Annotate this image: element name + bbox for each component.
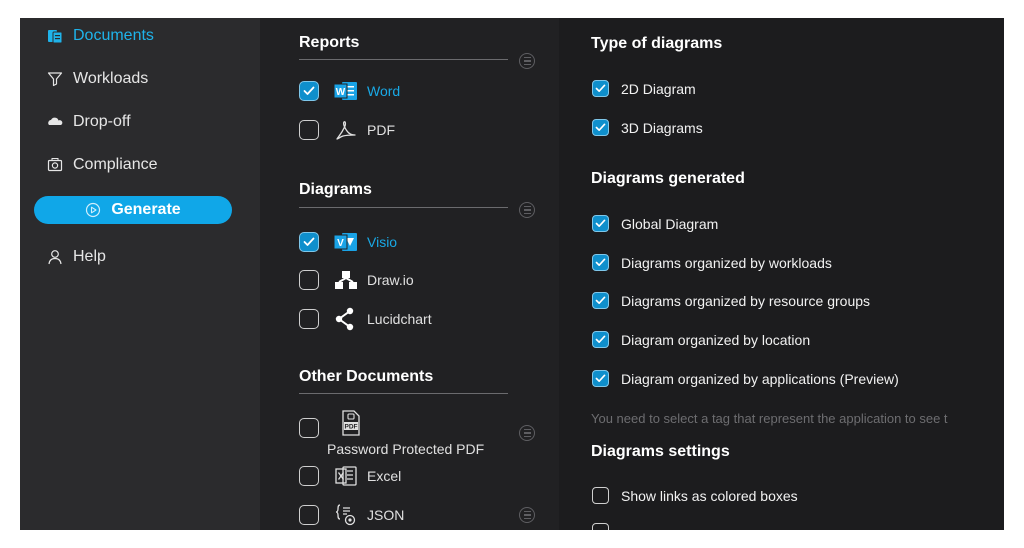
option-label: Diagrams organized by workloads: [621, 254, 832, 271]
word-checkbox[interactable]: [299, 81, 319, 101]
checkbox[interactable]: [592, 370, 609, 387]
drawio-checkbox[interactable]: [299, 270, 319, 290]
option-links-colored-boxes[interactable]: Show links as colored boxes: [592, 487, 798, 504]
option-label: Show links as colored boxes: [621, 487, 798, 504]
lucidchart-icon: [333, 306, 359, 332]
checkbox[interactable]: [592, 292, 609, 309]
excel-label: Excel: [367, 468, 402, 484]
pdf-checkbox[interactable]: [299, 120, 319, 140]
sidebar-item-help[interactable]: Help: [46, 243, 106, 271]
json-checkbox[interactable]: [299, 505, 319, 525]
sidebar-item-workloads[interactable]: Workloads: [46, 65, 148, 93]
documents-panel: Reports W Word PDF Diagrams V Visio Draw…: [260, 18, 559, 530]
sidebar-item-documents[interactable]: Documents: [46, 22, 154, 50]
protected-pdf-checkbox[interactable]: [299, 418, 319, 438]
diagram-options-panel: Type of diagrams 2D Diagram 3D Diagrams …: [559, 18, 1004, 530]
excel-icon: [333, 463, 359, 489]
user-icon: [46, 248, 64, 266]
other-documents-title: Other Documents: [299, 368, 434, 385]
option-by-resource-groups[interactable]: Diagrams organized by resource groups: [592, 292, 870, 309]
divider: [299, 207, 508, 208]
visio-checkbox[interactable]: [299, 232, 319, 252]
option-label: 3D Diagrams: [621, 119, 703, 136]
word-label: Word: [367, 83, 401, 99]
reports-title: Reports: [299, 34, 360, 51]
diagrams-menu-icon[interactable]: [519, 202, 535, 218]
pdf-label: PDF: [367, 122, 395, 138]
option-label: Diagrams organized by resource groups: [621, 292, 871, 309]
applications-hint: You need to select a tag that represent …: [591, 411, 948, 426]
option-by-location[interactable]: Diagram organized by location: [592, 331, 810, 348]
documents-icon: [46, 27, 64, 45]
divider: [299, 393, 508, 394]
option-label: Diagram organized by applications (Previ…: [621, 370, 899, 387]
sidebar: Documents Workloads Drop-off Compliance …: [20, 18, 260, 530]
drawio-label: Draw.io: [367, 272, 414, 288]
word-icon: W: [333, 78, 359, 104]
diagram-drawio-row[interactable]: Draw.io: [299, 267, 414, 293]
visio-icon: V: [333, 229, 359, 255]
cloud-icon: [46, 113, 64, 131]
checkbox[interactable]: [592, 80, 609, 97]
checkbox[interactable]: [592, 254, 609, 271]
sidebar-item-label: Compliance: [73, 156, 158, 173]
sidebar-item-label: Drop-off: [73, 113, 131, 130]
protected-pdf-label: Password Protected PDF: [327, 441, 485, 457]
diagrams-settings-title: Diagrams settings: [591, 443, 730, 460]
checkbox[interactable]: [592, 215, 609, 232]
checkbox[interactable]: [592, 119, 609, 136]
json-menu-icon[interactable]: [519, 507, 535, 523]
generate-label: Generate: [111, 201, 181, 218]
funnel-icon: [46, 70, 64, 88]
drawio-icon: [333, 267, 359, 293]
option-3d-diagrams[interactable]: 3D Diagrams: [592, 119, 703, 136]
lucidchart-checkbox[interactable]: [299, 309, 319, 329]
protected-pdf-icon: PDF: [338, 410, 364, 436]
protected-pdf-menu-icon[interactable]: [519, 425, 535, 441]
option-global-diagram[interactable]: Global Diagram: [592, 215, 718, 232]
option-by-workloads[interactable]: Diagrams organized by workloads: [592, 254, 832, 271]
other-protected-pdf-row[interactable]: [299, 418, 319, 438]
excel-checkbox[interactable]: [299, 466, 319, 486]
visio-label: Visio: [367, 234, 398, 250]
option-2d-diagram[interactable]: 2D Diagram: [592, 80, 696, 97]
option-label: Global Diagram: [621, 215, 719, 232]
checkbox[interactable]: [592, 331, 609, 348]
sidebar-item-label: Workloads: [73, 70, 149, 87]
play-circle-icon: [85, 202, 101, 218]
other-json-row[interactable]: JSON: [299, 502, 404, 528]
sidebar-item-drop-off[interactable]: Drop-off: [46, 108, 131, 136]
checkbox[interactable]: [592, 523, 609, 530]
svg-text:W: W: [336, 87, 346, 98]
reports-menu-icon[interactable]: [519, 53, 535, 69]
option-by-applications[interactable]: Diagram organized by applications (Previ…: [592, 370, 899, 387]
divider: [299, 59, 508, 60]
sidebar-item-label: Help: [73, 248, 106, 265]
option-partial-checkbox[interactable]: [592, 523, 609, 530]
svg-text:V: V: [337, 238, 344, 249]
diagrams-title: Diagrams: [299, 181, 372, 198]
lucidchart-label: Lucidchart: [367, 311, 432, 327]
pdf-icon: [333, 117, 359, 143]
sidebar-item-label: Documents: [73, 27, 154, 44]
diagram-lucidchart-row[interactable]: Lucidchart: [299, 306, 432, 332]
checkbox[interactable]: [592, 487, 609, 504]
report-word-row[interactable]: W Word: [299, 78, 400, 104]
json-label: JSON: [367, 507, 405, 523]
json-icon: [333, 502, 359, 528]
camera-icon: [46, 156, 64, 174]
type-of-diagrams-title: Type of diagrams: [591, 35, 723, 52]
other-excel-row[interactable]: Excel: [299, 463, 401, 489]
generate-button[interactable]: Generate: [34, 196, 232, 224]
sidebar-item-compliance[interactable]: Compliance: [46, 151, 157, 179]
diagrams-generated-title: Diagrams generated: [591, 170, 745, 187]
option-label: Diagram organized by location: [621, 331, 811, 348]
diagram-visio-row[interactable]: V Visio: [299, 229, 397, 255]
report-pdf-row[interactable]: PDF: [299, 117, 395, 143]
svg-text:PDF: PDF: [345, 424, 358, 431]
option-label: 2D Diagram: [621, 80, 696, 97]
